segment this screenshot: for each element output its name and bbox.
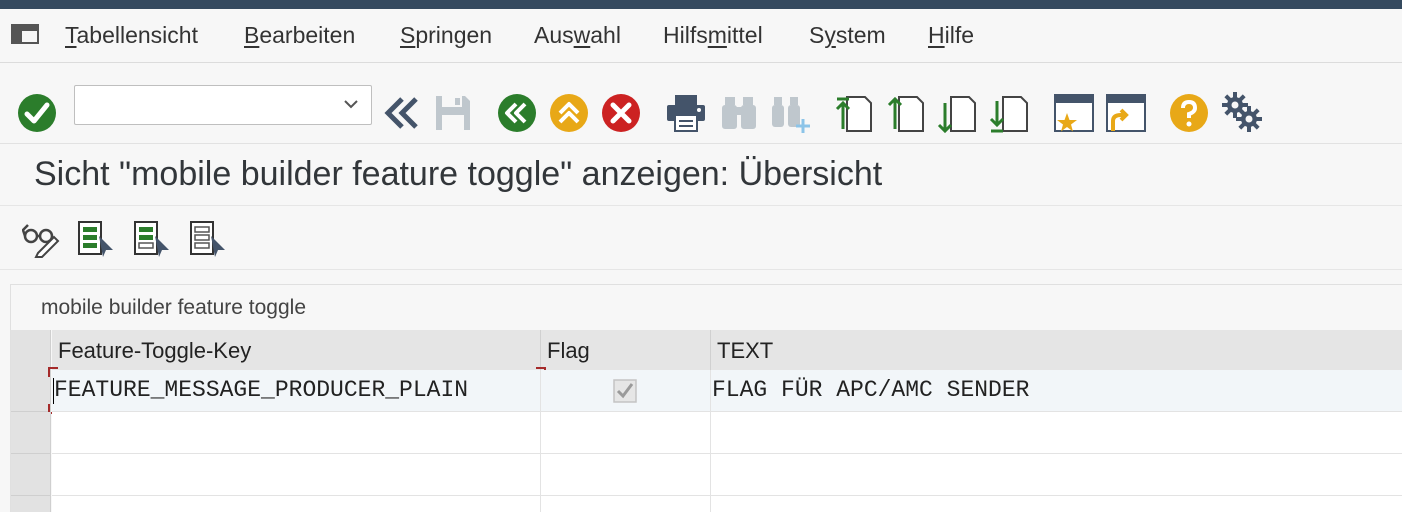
flag-cell bbox=[541, 370, 711, 412]
feature-toggle-key-cell[interactable]: FEATURE_MESSAGE_PRODUCER_PLAIN bbox=[48, 367, 546, 414]
enter-check-icon[interactable] bbox=[17, 93, 57, 133]
system-toolbar bbox=[0, 64, 1402, 144]
menu-toggle-icon[interactable] bbox=[10, 23, 42, 45]
window-top-strip bbox=[0, 0, 1402, 9]
menu-bar: Tabellensicht Bearbeiten Springen Auswah… bbox=[0, 9, 1402, 63]
display-change-icon[interactable] bbox=[22, 220, 60, 258]
text-cell[interactable] bbox=[711, 454, 1402, 496]
next-page-icon[interactable] bbox=[937, 93, 979, 135]
collapse-toolbar-icon[interactable] bbox=[382, 95, 422, 131]
feature-toggle-key-cell[interactable] bbox=[52, 412, 541, 454]
menu-item-hilfe[interactable]: Hilfe bbox=[928, 22, 974, 49]
generate-shortcut-icon[interactable] bbox=[1105, 93, 1147, 135]
exit-icon[interactable] bbox=[549, 93, 589, 133]
table-control: mobile builder feature toggle Feature-To… bbox=[10, 284, 1402, 512]
menu-item-hilfsmittel[interactable]: Hilfsmittel bbox=[663, 22, 763, 49]
table-grid: Feature-Toggle-Key Flag TEXT FEATURE_MES… bbox=[11, 330, 1402, 512]
menu-item-system[interactable]: System bbox=[809, 22, 886, 49]
row-selector[interactable] bbox=[11, 496, 51, 512]
feature-toggle-key-cell[interactable] bbox=[52, 496, 541, 512]
flag-cell[interactable] bbox=[541, 412, 711, 454]
title-bar: Sicht "mobile builder feature toggle" an… bbox=[0, 144, 1402, 206]
row-selector[interactable] bbox=[11, 412, 51, 454]
text-cell[interactable] bbox=[711, 412, 1402, 454]
previous-page-icon[interactable] bbox=[885, 93, 927, 135]
find-next-icon[interactable] bbox=[770, 93, 812, 135]
select-all-icon[interactable] bbox=[77, 220, 115, 258]
cancel-icon[interactable] bbox=[601, 93, 641, 133]
column-header-text[interactable]: TEXT bbox=[711, 330, 1402, 370]
application-toolbar bbox=[0, 206, 1402, 270]
text-value: FLAG FÜR APC/AMC SENDER bbox=[712, 377, 1030, 403]
table-title: mobile builder feature toggle bbox=[41, 296, 307, 319]
find-icon[interactable] bbox=[719, 93, 759, 133]
create-session-icon[interactable] bbox=[1053, 93, 1095, 135]
help-icon[interactable] bbox=[1169, 93, 1209, 133]
customize-layout-icon[interactable] bbox=[1221, 91, 1263, 133]
command-field[interactable] bbox=[74, 85, 372, 125]
select-all-rows-corner[interactable] bbox=[11, 330, 51, 370]
flag-cell[interactable] bbox=[541, 454, 711, 496]
menu-item-auswahl[interactable]: Auswahl bbox=[534, 22, 621, 49]
text-cell[interactable] bbox=[711, 496, 1402, 512]
feature-toggle-key-value: FEATURE_MESSAGE_PRODUCER_PLAIN bbox=[54, 377, 469, 403]
feature-toggle-key-cell[interactable] bbox=[52, 454, 541, 496]
row-selector[interactable] bbox=[11, 370, 51, 412]
print-icon[interactable] bbox=[665, 93, 707, 133]
last-page-icon[interactable] bbox=[989, 93, 1031, 135]
menu-item-springen[interactable]: Springen bbox=[400, 22, 492, 49]
first-page-icon[interactable] bbox=[833, 93, 875, 135]
back-icon[interactable] bbox=[497, 93, 537, 133]
flag-checkbox-checked-icon[interactable] bbox=[613, 379, 637, 403]
text-cell: FLAG FÜR APC/AMC SENDER bbox=[711, 370, 1402, 412]
text-cursor bbox=[53, 378, 54, 404]
menu-item-tabellensicht[interactable]: Tabellensicht bbox=[65, 22, 198, 49]
focus-corner bbox=[48, 367, 58, 377]
deselect-all-icon[interactable] bbox=[189, 220, 227, 258]
flag-cell[interactable] bbox=[541, 496, 711, 512]
select-block-icon[interactable] bbox=[133, 220, 171, 258]
column-header-flag[interactable]: Flag bbox=[541, 330, 711, 370]
command-input[interactable] bbox=[75, 86, 335, 124]
menu-item-bearbeiten[interactable]: Bearbeiten bbox=[244, 22, 355, 49]
save-icon[interactable] bbox=[433, 93, 473, 133]
row-selector[interactable] bbox=[11, 454, 51, 496]
command-dropdown-chevron-icon[interactable] bbox=[343, 98, 359, 110]
column-header-feature-toggle-key[interactable]: Feature-Toggle-Key bbox=[52, 330, 541, 370]
page-title: Sicht "mobile builder feature toggle" an… bbox=[34, 155, 883, 193]
